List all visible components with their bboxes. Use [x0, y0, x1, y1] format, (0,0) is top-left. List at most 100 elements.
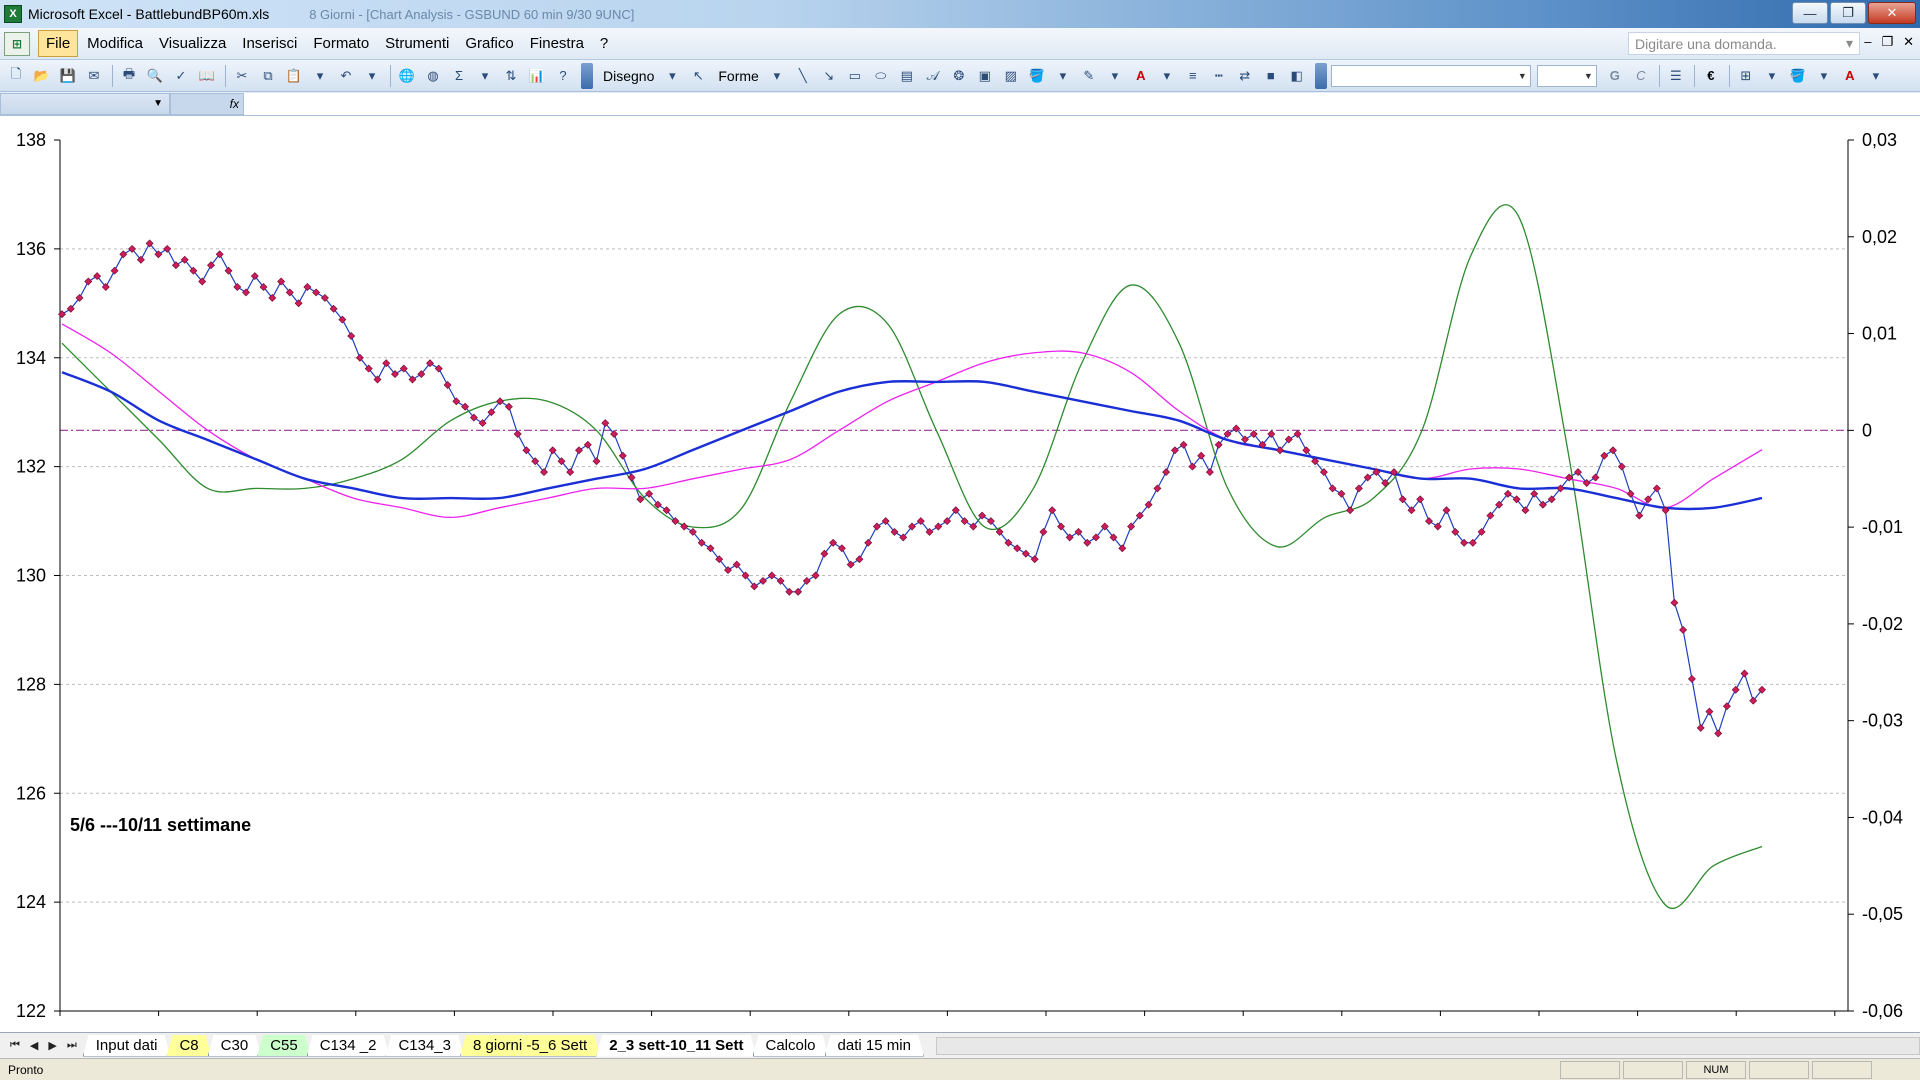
permission-icon[interactable]: ✉ — [82, 64, 106, 88]
new-file-icon[interactable]: 🗋 — [4, 64, 28, 88]
maximize-button[interactable]: ❐ — [1830, 2, 1866, 24]
tab-calcolo[interactable]: Calcolo — [753, 1035, 829, 1057]
chevron-down-icon[interactable]: ▾ — [1760, 64, 1784, 88]
clipart-icon[interactable]: ▣ — [973, 64, 997, 88]
chevron-down-icon[interactable]: ▾ — [1155, 64, 1179, 88]
line-icon[interactable]: ╲ — [791, 64, 815, 88]
copy-icon[interactable]: ⧉ — [256, 64, 280, 88]
menu-finestra[interactable]: Finestra — [523, 31, 591, 56]
chart-sheet[interactable]: 138 136 134 132 130 128 126 124 122 0,03 0,02 0,01… — [0, 116, 1920, 1032]
chevron-down-icon[interactable]: ▼ — [153, 98, 163, 109]
chevron-down-icon[interactable]: ▾ — [1051, 64, 1075, 88]
tab-dati-15-min[interactable]: dati 15 min — [825, 1035, 924, 1057]
tab-2-3-sett[interactable]: 2_3 sett-10_11 Sett — [596, 1035, 756, 1057]
bold-button[interactable]: G — [1603, 64, 1627, 88]
menu-modifica[interactable]: Modifica — [80, 31, 150, 56]
chart-wizard-icon[interactable]: 📊 — [525, 64, 549, 88]
forme-menu[interactable]: Forme — [712, 68, 764, 84]
autosum-icon[interactable]: Σ — [447, 64, 471, 88]
tab-c30[interactable]: C30 — [208, 1035, 262, 1057]
chart-svg[interactable]: 138 136 134 132 130 128 126 124 122 0,03 0,02 0,01… — [0, 116, 1920, 1032]
prev-sheet-icon[interactable]: ◀ — [30, 1039, 38, 1052]
next-sheet-icon[interactable]: ▶ — [48, 1039, 56, 1052]
disegno-menu[interactable]: Disegno — [597, 68, 660, 84]
insert-function-button[interactable]: fx — [170, 92, 244, 115]
last-sheet-icon[interactable]: ⏭ — [67, 1039, 77, 1052]
print-preview-icon[interactable]: 🔍 — [143, 64, 167, 88]
wordart-icon[interactable]: 𝒜 — [921, 64, 945, 88]
hyperlink-icon[interactable]: 🌐 — [395, 64, 419, 88]
chevron-down-icon[interactable]: ▾ — [1812, 64, 1836, 88]
workbook-restore-button[interactable]: ❐ — [1881, 34, 1893, 50]
italic-button[interactable]: C — [1629, 64, 1653, 88]
font-color-icon[interactable]: A — [1838, 64, 1862, 88]
name-box[interactable]: ▼ — [0, 92, 170, 115]
tab-c134-3[interactable]: C134_3 — [385, 1035, 464, 1057]
toolbar-options-grip[interactable] — [581, 62, 593, 89]
dash-style-icon[interactable]: ┅ — [1207, 64, 1231, 88]
select-pointer-icon[interactable]: ↖ — [686, 64, 710, 88]
tab-c8[interactable]: C8 — [166, 1035, 211, 1057]
line-style-icon[interactable]: ≡ — [1181, 64, 1205, 88]
chevron-down-icon[interactable]: ▾ — [765, 64, 789, 88]
research-icon[interactable]: 📖 — [195, 64, 219, 88]
menu-formato[interactable]: Formato — [306, 31, 376, 56]
diagram-icon[interactable]: ❂ — [947, 64, 971, 88]
oval-icon[interactable]: ⬭ — [869, 64, 893, 88]
chevron-down-icon[interactable]: ▾ — [1846, 35, 1853, 52]
textbox-icon[interactable]: ▤ — [895, 64, 919, 88]
chevron-down-icon[interactable]: ▾ — [308, 64, 332, 88]
chevron-down-icon[interactable]: ▾ — [660, 64, 684, 88]
excel-app-icon[interactable]: X — [4, 5, 22, 23]
toolbar-options-grip[interactable] — [1314, 62, 1327, 89]
first-sheet-icon[interactable]: ⏮ — [10, 1039, 20, 1052]
euro-button[interactable]: € — [1699, 64, 1723, 88]
chevron-down-icon[interactable]: ▾ — [473, 64, 497, 88]
menu-visualizza[interactable]: Visualizza — [152, 31, 233, 56]
tab-c134-2[interactable]: C134 _2 — [307, 1035, 390, 1057]
chevron-down-icon[interactable]: ▾ — [1103, 64, 1127, 88]
menu-file[interactable]: File — [38, 30, 79, 57]
open-folder-icon[interactable]: 📂 — [30, 64, 54, 88]
line-color-icon[interactable]: ✎ — [1077, 64, 1101, 88]
undo-icon[interactable]: ↶ — [334, 64, 358, 88]
horizontal-scrollbar[interactable] — [935, 1036, 1920, 1055]
font-color-icon[interactable]: A — [1129, 64, 1153, 88]
tab-c55[interactable]: C55 — [257, 1035, 311, 1057]
picture-icon[interactable]: ▨ — [999, 64, 1023, 88]
help-search-input[interactable]: Digitare una domanda. ▾ — [1628, 32, 1860, 55]
workbook-minimize-button[interactable]: – — [1864, 34, 1871, 50]
arrow-style-icon[interactable]: ⇄ — [1233, 64, 1257, 88]
chevron-down-icon[interactable]: ▾ — [360, 64, 384, 88]
fill-color-icon[interactable]: 🪣 — [1786, 64, 1810, 88]
menu-help[interactable]: ? — [593, 31, 615, 56]
minimize-button[interactable]: — — [1792, 2, 1828, 24]
workbook-close-button[interactable]: ✕ — [1903, 34, 1914, 50]
borders-icon[interactable]: ⊞ — [1734, 64, 1758, 88]
tab-8-giorni[interactable]: 8 giorni -5_6 Sett — [460, 1035, 600, 1057]
menu-strumenti[interactable]: Strumenti — [378, 31, 456, 56]
formula-input[interactable] — [244, 92, 1920, 115]
chevron-down-icon[interactable]: ▾ — [1864, 64, 1888, 88]
align-center-icon[interactable]: ☰ — [1664, 64, 1688, 88]
3d-style-icon[interactable]: ◧ — [1285, 64, 1309, 88]
sort-icon[interactable]: ⇅ — [499, 64, 523, 88]
paste-icon[interactable]: 📋 — [282, 64, 306, 88]
save-icon[interactable]: 💾 — [56, 64, 80, 88]
fill-color-icon[interactable]: 🪣 — [1025, 64, 1049, 88]
spelling-icon[interactable]: ✓ — [169, 64, 193, 88]
font-name-combo[interactable]: ▼ — [1330, 64, 1531, 87]
tab-input-dati[interactable]: Input dati — [83, 1035, 171, 1057]
print-icon[interactable]: 🖶 — [117, 64, 141, 88]
help-icon[interactable]: ? — [551, 64, 575, 88]
menu-inserisci[interactable]: Inserisci — [235, 31, 304, 56]
globe-icon[interactable]: ◍ — [421, 64, 445, 88]
close-button[interactable]: ✕ — [1868, 2, 1916, 24]
arrow-icon[interactable]: ↘ — [817, 64, 841, 88]
document-icon[interactable]: ⊞ — [4, 31, 30, 56]
menu-grafico[interactable]: Grafico — [458, 31, 520, 56]
shadow-icon[interactable]: ■ — [1259, 64, 1283, 88]
font-size-combo[interactable]: ▼ — [1536, 64, 1597, 87]
rectangle-icon[interactable]: ▭ — [843, 64, 867, 88]
cut-icon[interactable]: ✂ — [230, 64, 254, 88]
